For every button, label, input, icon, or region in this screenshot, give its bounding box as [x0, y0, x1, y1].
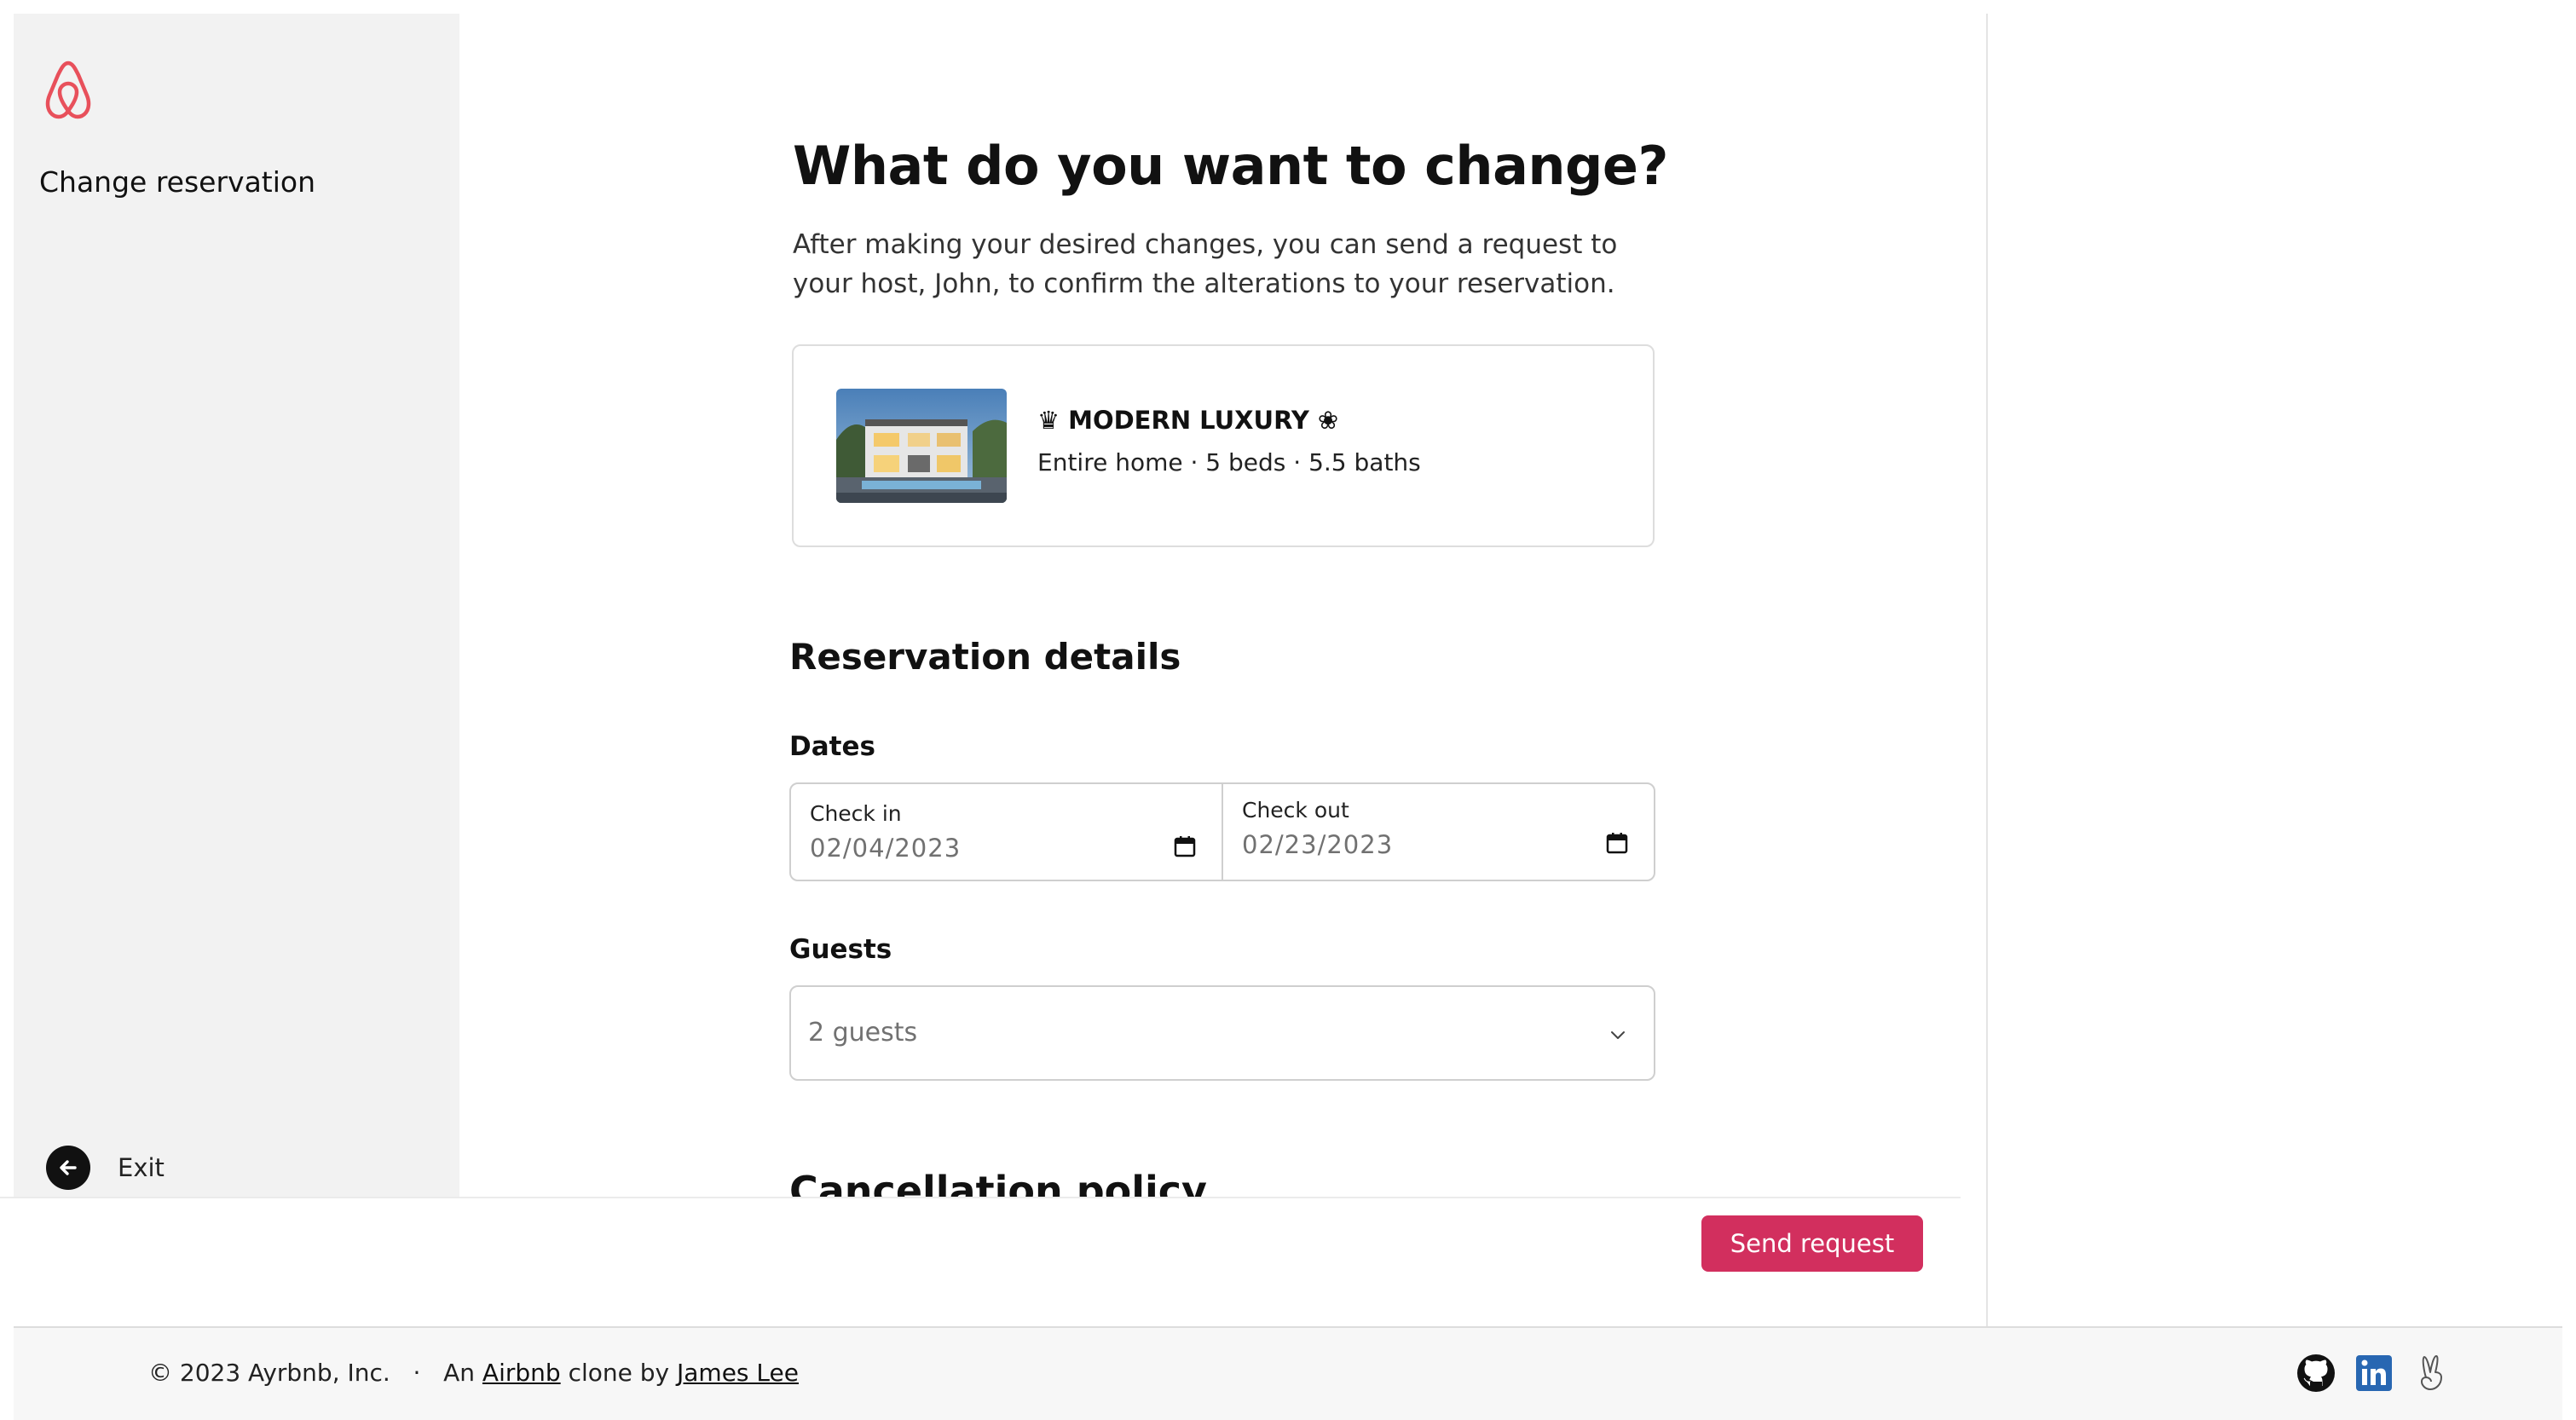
reservation-details-title: Reservation details: [789, 636, 1181, 678]
footer-middle: clone by: [568, 1359, 670, 1387]
footer: © 2023 Ayrbnb, Inc. · An Airbnb clone by…: [14, 1326, 2562, 1420]
action-bar: Send request: [0, 1197, 1961, 1326]
check-in-value: 02/04/2023: [810, 834, 962, 863]
exit-button[interactable]: Exit: [46, 1134, 165, 1202]
airbnb-link[interactable]: Airbnb: [482, 1359, 561, 1387]
dates-label: Dates: [789, 731, 875, 762]
footer-separator: ·: [413, 1359, 421, 1387]
footer-prefix: An: [443, 1359, 476, 1387]
listing-name: ♛ MODERN LUXURY ❀: [1037, 406, 1339, 435]
guests-label: Guests: [789, 934, 892, 965]
chevron-down-icon: [1611, 1031, 1625, 1039]
linkedin-icon[interactable]: [2354, 1354, 2394, 1393]
airbnb-logo-icon[interactable]: [43, 58, 94, 126]
listing-thumbnail: [836, 389, 1007, 503]
vertical-divider: [1986, 14, 1988, 1328]
social-links: [2296, 1354, 2452, 1393]
intro-text: After making your desired changes, you c…: [793, 229, 1618, 299]
github-icon[interactable]: [2296, 1354, 2336, 1393]
calendar-icon[interactable]: [1174, 835, 1196, 857]
check-out-value: 02/23/2023: [1242, 830, 1394, 859]
dates-input-group: Check in 02/04/2023 Check out 02/23/2023: [789, 782, 1655, 881]
guests-select[interactable]: 2 guests: [789, 985, 1655, 1081]
send-request-button[interactable]: Send request: [1701, 1215, 1923, 1272]
listing-meta: Entire home · 5 beds · 5.5 baths: [1037, 448, 1421, 476]
check-out-input[interactable]: Check out 02/23/2023: [1222, 784, 1654, 880]
calendar-icon[interactable]: [1606, 832, 1628, 854]
footer-text: © 2023 Ayrbnb, Inc. · An Airbnb clone by…: [148, 1359, 799, 1387]
guests-selected-value: 2 guests: [808, 1018, 918, 1048]
check-out-label: Check out: [1242, 798, 1349, 823]
cancellation-policy-title: Cancellation policy: [789, 1168, 1208, 1197]
page: Change reservation Exit What do you want…: [0, 0, 2576, 1420]
check-in-label: Check in: [810, 801, 902, 826]
sidebar: Change reservation Exit: [14, 14, 459, 1197]
author-link[interactable]: James Lee: [677, 1359, 799, 1387]
footer-copyright: © 2023 Ayrbnb, Inc.: [148, 1359, 390, 1387]
listing-card: ♛ MODERN LUXURY ❀ Entire home · 5 beds ·…: [792, 344, 1655, 547]
sidebar-title: Change reservation: [39, 165, 316, 199]
check-in-input[interactable]: Check in 02/04/2023: [791, 784, 1222, 880]
page-title: What do you want to change?: [793, 135, 1668, 197]
angellist-icon[interactable]: [2412, 1354, 2452, 1393]
exit-label: Exit: [118, 1153, 165, 1182]
exit-arrow-icon: [46, 1146, 90, 1190]
